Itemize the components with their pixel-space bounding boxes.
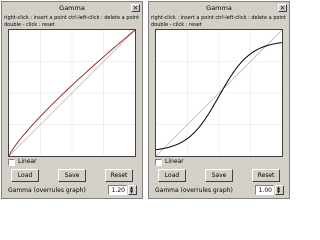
linear-label: Linear <box>18 158 37 165</box>
gamma-label: Gamma (overrules graph) <box>8 187 86 194</box>
gamma-spinner[interactable]: ▲ ▼ <box>275 185 284 195</box>
save-button[interactable]: Save <box>58 169 86 182</box>
reset-button[interactable]: Reset <box>105 169 133 182</box>
close-icon[interactable]: × <box>278 4 287 12</box>
load-button[interactable]: Load <box>158 169 186 182</box>
window-title: Gamma <box>59 4 85 12</box>
load-button[interactable]: Load <box>11 169 39 182</box>
linear-label: Linear <box>165 158 184 165</box>
window-title: Gamma <box>206 4 232 12</box>
gamma-value-input[interactable] <box>108 185 127 195</box>
save-button[interactable]: Save <box>205 169 233 182</box>
title-bar[interactable]: Gamma × <box>3 3 141 14</box>
help-text: right-click : insert a point ctrl-left-c… <box>4 15 140 28</box>
curve-canvas[interactable] <box>156 30 282 156</box>
help-line-1: right-click : insert a point ctrl-left-c… <box>151 15 287 21</box>
gamma-curve-graph[interactable] <box>8 29 136 157</box>
gamma-window-left: Gamma × right-click : insert a point ctr… <box>1 1 143 199</box>
gamma-label: Gamma (overrules graph) <box>155 187 233 194</box>
title-bar[interactable]: Gamma × <box>150 3 288 14</box>
reset-button[interactable]: Reset <box>252 169 280 182</box>
gamma-curve-graph[interactable] <box>155 29 283 157</box>
help-line-2: double - click : reset <box>151 21 202 28</box>
close-icon[interactable]: × <box>131 4 140 12</box>
gamma-spinner[interactable]: ▲ ▼ <box>128 185 137 195</box>
spin-down-icon[interactable]: ▼ <box>130 190 133 194</box>
help-line-1: right-click : insert a point ctrl-left-c… <box>4 15 140 21</box>
linear-checkbox[interactable] <box>155 159 162 166</box>
spin-down-icon[interactable]: ▼ <box>277 190 280 194</box>
curve-canvas[interactable] <box>9 30 135 156</box>
linear-checkbox[interactable] <box>8 159 15 166</box>
help-text: right-click : insert a point ctrl-left-c… <box>151 15 287 28</box>
gamma-window-right: Gamma × right-click : insert a point ctr… <box>148 1 290 199</box>
help-line-2: double - click : reset <box>4 21 55 28</box>
gamma-value-input[interactable] <box>255 185 274 195</box>
